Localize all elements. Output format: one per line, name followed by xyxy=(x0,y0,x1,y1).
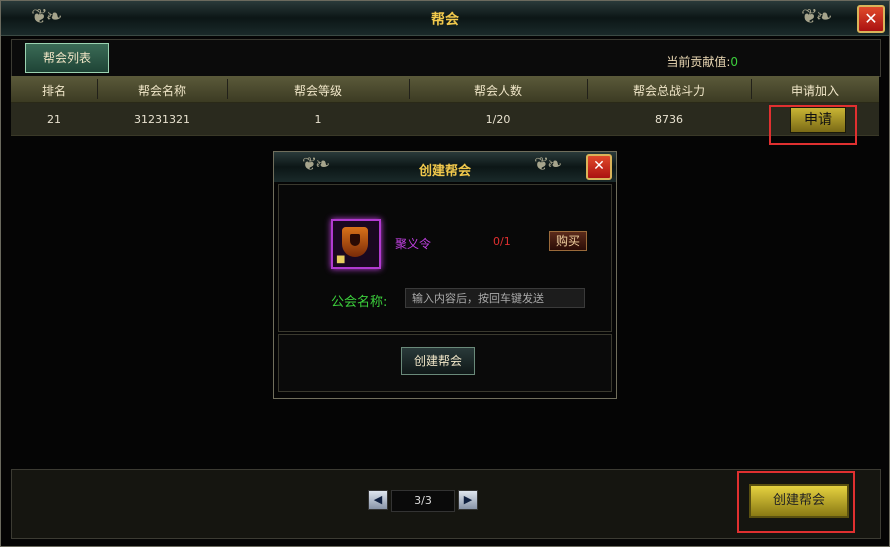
cell-guild-name: 31231321 xyxy=(134,113,190,126)
shield-item-icon[interactable]: ■ xyxy=(331,219,381,269)
item-name: 聚义令 xyxy=(395,237,432,251)
contribution-label: 当前贡献值: xyxy=(666,55,731,69)
cell-rank: 21 xyxy=(47,113,61,126)
page-indicator: 3/3 xyxy=(391,490,455,512)
guild-window: ❦❧ 帮会 ❦❧ ✕ 帮会列表 当前贡献值:0 排名 帮会名称 帮会等级 帮会人… xyxy=(0,0,890,547)
guild-name-input[interactable] xyxy=(405,288,585,308)
table-header: 排名 帮会名称 帮会等级 帮会人数 帮会总战斗力 申请加入 xyxy=(11,76,879,103)
window-title: 帮会 xyxy=(431,12,459,28)
table-row[interactable]: 21 31231321 1 1/20 8736 申请 xyxy=(11,103,879,136)
window-close-button[interactable]: ✕ xyxy=(857,5,885,33)
tab-guild-list[interactable]: 帮会列表 xyxy=(25,43,109,73)
header-guild-level: 帮会等级 xyxy=(293,84,342,98)
item-count: 0/1 xyxy=(493,235,511,248)
guild-name-label: 公会名称: xyxy=(331,295,388,310)
ornament-icon: ❦❧ xyxy=(534,154,562,175)
dialog-content: ■ 聚义令 0/1 购买 公会名称: xyxy=(278,184,612,332)
header-apply: 申请加入 xyxy=(790,84,839,98)
dialog-titlebar: ❦❧ 创建帮会 ❦❧ ✕ xyxy=(274,152,616,182)
highlight-box xyxy=(737,471,855,533)
next-page-button[interactable]: ▶ xyxy=(458,490,478,510)
arrow-right-icon: ▶ xyxy=(463,493,473,506)
window-titlebar: ❦❧ 帮会 ❦❧ ✕ xyxy=(1,1,889,36)
cell-total-power: 8736 xyxy=(655,113,683,126)
dialog-close-button[interactable]: ✕ xyxy=(586,154,612,180)
header-guild-name: 帮会名称 xyxy=(137,84,186,98)
create-guild-dialog: ❦❧ 创建帮会 ❦❧ ✕ ■ 聚义令 0/1 购买 公会名称: 创建帮会 xyxy=(273,151,617,399)
prev-page-button[interactable]: ◀ xyxy=(368,490,388,510)
dialog-footer: 创建帮会 xyxy=(278,334,612,392)
contribution-display: 当前贡献值:0 xyxy=(666,53,738,70)
header-member-count: 帮会人数 xyxy=(473,84,522,98)
cell-member-count: 1/20 xyxy=(485,113,511,126)
tab-strip: 帮会列表 当前贡献值:0 xyxy=(11,39,881,77)
header-rank: 排名 xyxy=(41,84,66,98)
close-icon: ✕ xyxy=(864,9,878,28)
buy-button[interactable]: 购买 xyxy=(549,231,587,251)
contribution-value: 0 xyxy=(730,55,738,69)
dialog-title: 创建帮会 xyxy=(418,164,471,179)
close-icon: ✕ xyxy=(593,158,605,174)
cell-guild-level: 1 xyxy=(314,113,322,126)
ornament-icon: ❦❧ xyxy=(801,4,832,28)
lock-icon: ■ xyxy=(336,254,346,265)
dialog-create-button[interactable]: 创建帮会 xyxy=(401,347,475,375)
shield-emblem xyxy=(342,227,368,257)
highlight-box xyxy=(769,105,857,145)
arrow-left-icon: ◀ xyxy=(373,493,383,506)
header-total-power: 帮会总战斗力 xyxy=(632,84,705,98)
